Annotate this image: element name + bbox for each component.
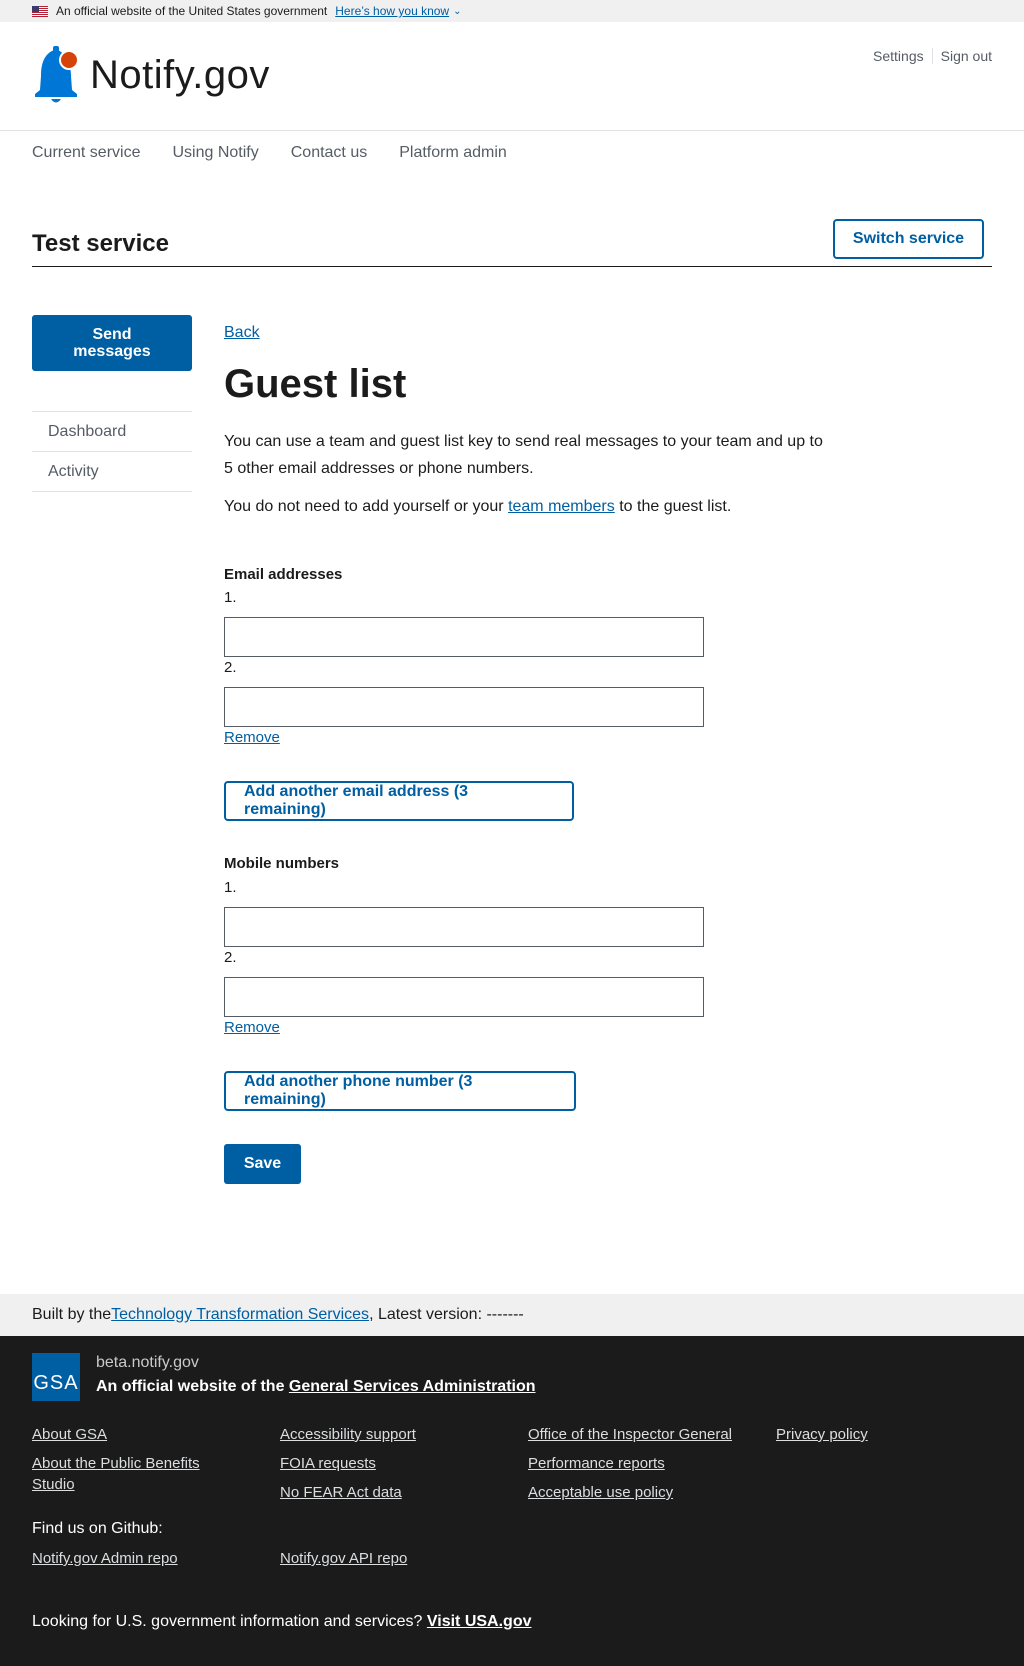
site-logo[interactable]: Notify.gov [32,44,270,106]
sidebar-item-activity[interactable]: Activity [32,452,192,492]
remove-email-link[interactable]: Remove [224,729,280,746]
email-field-1[interactable] [224,617,704,657]
version-text: , Latest version: ------- [369,1306,524,1323]
official-text: An official website of the [96,1378,289,1395]
add-email-button[interactable]: Add another email address (3 remaining) [224,781,574,821]
mobile-field-number: 1. [224,879,237,896]
site-footer: GSA beta.notify.gov An official website … [0,1336,1024,1666]
note-text-end: to the guest list. [614,498,732,515]
footer-link-no-fear[interactable]: No FEAR Act data [280,1482,402,1503]
nav-contact-us[interactable]: Contact us [291,144,367,162]
notify-bell-icon [35,46,79,103]
intro-text: You can use a team and guest list key to… [224,433,823,477]
sidebar-item-dashboard[interactable]: Dashboard [32,412,192,452]
github-heading: Find us on Github: [32,1520,163,1537]
back-link[interactable]: Back [224,324,260,342]
divider [32,266,992,267]
team-members-note: You do not need to add yourself or your … [224,498,731,516]
email-field-2[interactable] [224,687,704,727]
remove-mobile-link[interactable]: Remove [224,1019,280,1036]
footer-link-about-gsa[interactable]: About GSA [32,1424,107,1445]
add-phone-button[interactable]: Add another phone number (3 remaining) [224,1071,576,1111]
team-members-link[interactable]: team members [508,498,615,515]
email-field-number: 1. [224,589,237,606]
site-header: Notify.gov Settings Sign out [0,22,1024,131]
mobile-field-1[interactable] [224,907,704,947]
send-messages-button[interactable]: Send messages [32,315,192,371]
gsa-logo: GSA [32,1353,80,1401]
gsa-link[interactable]: General Services Administration [289,1378,536,1395]
mobile-field-2[interactable] [224,977,704,1017]
tts-link[interactable]: Technology Transformation Services [111,1306,369,1324]
note-text-start: You do not need to add yourself or your [224,498,509,515]
mobile-numbers-label: Mobile numbers [224,855,340,872]
nav-using-notify[interactable]: Using Notify [172,144,258,162]
footer-official-text: An official website of the General Servi… [96,1378,536,1396]
footer-link-privacy[interactable]: Privacy policy [776,1424,868,1445]
visit-usa-gov-link[interactable]: Visit USA.gov [427,1613,532,1630]
nav-platform-admin[interactable]: Platform admin [399,144,507,162]
chevron-down-icon[interactable]: ⌄ [453,6,461,17]
switch-service-button[interactable]: Switch service [833,219,984,259]
primary-nav: Current service Using Notify Contact us … [32,144,539,162]
mobile-field-number: 2. [224,949,237,966]
footer-domain: beta.notify.gov [96,1354,199,1371]
built-by-text: Built by the [32,1306,112,1323]
footer-link-acceptable-use[interactable]: Acceptable use policy [528,1482,673,1503]
usa-gov-note: Looking for U.S. government information … [32,1613,532,1631]
footer-link-inspector-general[interactable]: Office of the Inspector General [528,1424,732,1445]
looking-text: Looking for U.S. government information … [32,1613,427,1630]
footer-version-bar: Built by the Technology Transformation S… [0,1294,1024,1336]
logo-text: Notify.gov [90,52,270,97]
page-title: Guest list [224,362,407,406]
footer-link-accessibility[interactable]: Accessibility support [280,1424,416,1445]
footer-link-performance-reports[interactable]: Performance reports [528,1453,665,1474]
service-name: Test service [32,230,169,257]
nav-current-service[interactable]: Current service [32,144,140,162]
footer-link-public-benefits-studio[interactable]: About the Public Benefits Studio [32,1453,232,1495]
us-flag-icon [32,5,48,17]
sign-out-link[interactable]: Sign out [941,48,992,64]
side-nav: Dashboard Activity [32,411,192,492]
divider [931,48,933,64]
github-api-repo-link[interactable]: Notify.gov API repo [280,1548,407,1569]
footer-link-foia[interactable]: FOIA requests [280,1453,376,1474]
settings-link[interactable]: Settings [873,48,924,64]
github-admin-repo-link[interactable]: Notify.gov Admin repo [32,1548,178,1569]
email-addresses-label: Email addresses [224,566,343,583]
save-button[interactable]: Save [224,1144,301,1184]
gov-banner: An official website of the United States… [0,0,1024,22]
email-field-number: 2. [224,659,237,676]
utility-nav: Settings Sign out [873,48,992,64]
gov-banner-text: An official website of the United States… [56,4,328,18]
heres-how-you-know-link[interactable]: Here’s how you know [335,4,449,18]
